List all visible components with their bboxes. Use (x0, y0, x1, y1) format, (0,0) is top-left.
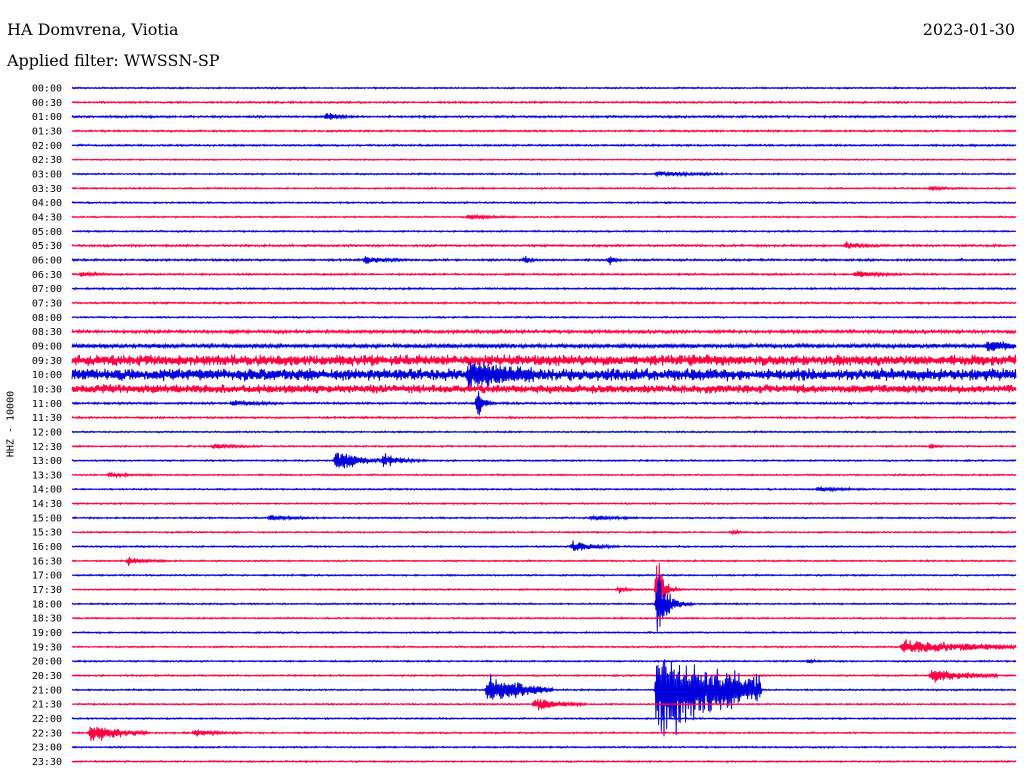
trace-row (71, 726, 1017, 741)
trace-row (71, 659, 1017, 737)
row-time-label: 03:30 (32, 184, 62, 195)
trace-row (71, 574, 1017, 632)
trace-row (71, 170, 1017, 178)
trace-row (71, 486, 1017, 493)
row-time-label: 23:30 (32, 757, 62, 768)
row-time-label: 14:30 (32, 499, 62, 510)
row-time-label: 01:30 (32, 126, 62, 137)
trace-row (71, 658, 1017, 665)
trace-row (71, 185, 1017, 192)
trace-row (71, 229, 1017, 234)
row-time-label: 16:00 (32, 542, 62, 553)
row-time-label: 07:30 (32, 298, 62, 309)
trace-row (71, 213, 1017, 221)
trace-row (71, 157, 1017, 162)
row-time-label: 20:30 (32, 671, 62, 682)
trace-row (71, 384, 1017, 394)
row-time-label: 08:00 (32, 313, 62, 324)
trace-row (71, 270, 1017, 278)
trace-row (71, 113, 1017, 120)
trace-row (71, 361, 1017, 388)
trace-row (71, 759, 1017, 764)
row-time-label: 18:00 (32, 599, 62, 610)
row-time-label: 19:00 (32, 628, 62, 639)
trace-row (71, 86, 1017, 91)
row-time-label: 11:00 (32, 399, 62, 410)
trace-row (71, 429, 1017, 434)
row-time-label: 09:00 (32, 341, 62, 352)
row-time-label: 05:00 (32, 227, 62, 238)
trace-row (71, 200, 1017, 205)
row-time-label: 01:00 (32, 112, 62, 123)
trace-row (71, 328, 1017, 336)
trace-row (71, 528, 1017, 536)
row-time-label: 23:00 (32, 743, 62, 754)
trace-row (71, 128, 1017, 134)
trace-row (71, 452, 1017, 469)
trace-row (71, 616, 1017, 621)
row-time-label: 21:30 (32, 700, 62, 711)
row-time-label: 03:00 (32, 169, 62, 180)
trace-row (71, 670, 1017, 683)
row-time-label: 12:30 (32, 442, 62, 453)
row-time-label: 18:30 (32, 614, 62, 625)
row-time-label: 05:30 (32, 241, 62, 252)
trace-row (71, 442, 1017, 450)
trace-row (71, 639, 1017, 653)
trace-row (71, 514, 1017, 522)
trace-row (71, 556, 1017, 566)
trace-row (71, 354, 1017, 367)
trace-row (71, 745, 1017, 750)
row-time-label: 20:00 (32, 657, 62, 668)
row-time-label: 08:30 (32, 327, 62, 338)
row-time-label: 06:00 (32, 255, 62, 266)
row-time-label: 16:30 (32, 556, 62, 567)
row-time-label: 13:00 (32, 456, 62, 467)
row-time-label: 09:30 (32, 356, 62, 367)
row-time-label: 00:30 (32, 98, 62, 109)
trace-row (71, 630, 1017, 635)
trace-row (71, 716, 1017, 721)
trace-row (71, 501, 1017, 506)
row-time-label: 02:00 (32, 141, 62, 152)
trace-row (71, 241, 1017, 249)
trace-row (71, 415, 1017, 420)
row-time-label: 10:00 (32, 370, 62, 381)
row-time-label: 06:30 (32, 270, 62, 281)
row-time-label: 04:30 (32, 212, 62, 223)
row-time-label: 13:30 (32, 470, 62, 481)
trace-row (71, 143, 1017, 148)
row-time-label: 22:00 (32, 714, 62, 725)
row-time-label: 21:00 (32, 685, 62, 696)
trace-row (71, 100, 1017, 105)
row-time-label: 14:00 (32, 485, 62, 496)
row-time-label: 04:00 (32, 198, 62, 209)
trace-row (71, 286, 1017, 291)
trace-row (71, 315, 1017, 320)
trace-row (71, 540, 1017, 552)
trace-row (71, 698, 1017, 711)
row-time-label: 15:30 (32, 528, 62, 539)
row-time-label: 10:30 (32, 384, 62, 395)
row-time-label: 22:30 (32, 728, 62, 739)
trace-row (71, 471, 1017, 479)
row-time-label: 11:30 (32, 413, 62, 424)
trace-row (71, 256, 1017, 266)
row-time-label: 07:00 (32, 284, 62, 295)
row-time-label: 17:30 (32, 585, 62, 596)
row-time-label: 15:00 (32, 513, 62, 524)
row-time-label: 02:30 (32, 155, 62, 166)
trace-row (71, 573, 1017, 578)
row-time-label: 12:00 (32, 427, 62, 438)
trace-row (71, 300, 1017, 306)
trace-row (71, 391, 1017, 416)
row-time-label: 00:00 (32, 84, 62, 95)
trace-row (71, 562, 1017, 623)
row-time-label: 17:00 (32, 571, 62, 582)
trace-row (71, 341, 1017, 352)
helicorder-plot: 00:00 00:30 01:00 01:30 02:00 02:30 03:00 03:30… (32, 84, 1017, 768)
row-time-label: 19:30 (32, 642, 62, 653)
